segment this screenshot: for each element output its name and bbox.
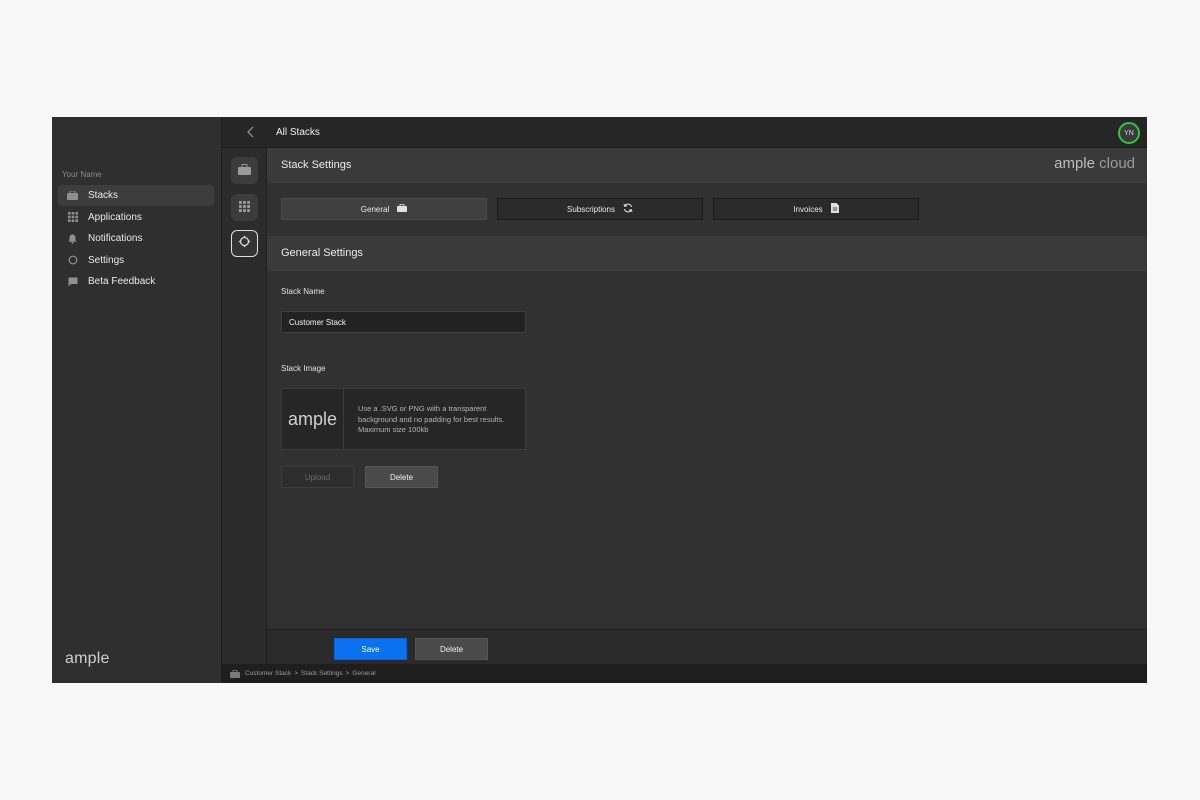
briefcase-icon [397,203,408,214]
sidebar-item-beta-feedback[interactable]: Beta Feedback [58,271,214,292]
icon-rail [222,148,267,664]
bell-icon [67,233,78,244]
sidebar: Your Name Stacks Applications Notificati… [52,117,222,683]
brand-word-cloud: cloud [1099,155,1135,172]
user-name: Your Name [62,170,102,179]
delete-button[interactable]: Delete [415,638,488,660]
general-settings-header: General Settings [267,236,1147,271]
stack-settings-header: Stack Settings ample cloud [267,148,1147,183]
breadcrumb-separator: > [294,670,299,677]
sidebar-item-label: Beta Feedback [88,276,156,287]
brand-word: ample [1054,155,1095,172]
chat-icon [67,276,78,287]
stack-image-label: Stack Image [281,364,326,373]
sidebar-item-label: Applications [88,211,142,223]
tab-label: Subscriptions [566,204,616,214]
sidebar-item-applications[interactable]: Applications [58,207,214,228]
rail-settings-button[interactable] [231,230,258,257]
stack-name-input[interactable] [281,311,526,333]
gear-icon [238,235,251,253]
refresh-icon [623,203,633,215]
tab-invoices[interactable]: Invoices [713,198,919,220]
section-title: Stack Settings [281,159,352,171]
top-bar: All Stacks YN [222,117,1147,148]
save-button[interactable]: Save [334,638,407,660]
grid-icon [239,199,250,217]
sidebar-item-notifications[interactable]: Notifications [58,228,214,249]
sidebar-nav: Stacks Applications Notifications Settin… [58,185,214,293]
document-icon [830,203,839,215]
chevron-left-icon[interactable] [244,125,258,139]
gear-icon [67,255,78,266]
rail-stacks-button[interactable] [231,157,258,184]
delete-image-button[interactable]: Delete [365,466,438,488]
ample-cloud-logo: ample cloud [1054,155,1135,172]
sidebar-item-label: Notifications [88,233,143,244]
breadcrumb-item[interactable]: General [352,670,375,677]
stack-image-logo: ample [282,389,344,449]
sidebar-item-label: Stacks [88,190,119,201]
upload-button[interactable]: Upload [281,466,354,488]
avatar[interactable]: YN [1118,122,1140,144]
stack-image-hint: Use a .SVG or PNG with a transparent bac… [358,404,505,434]
sidebar-item-label: Settings [88,254,125,266]
stack-image-preview: ample Use a .SVG or PNG with a transpare… [281,388,526,450]
brand-logo: ample [65,650,110,667]
stack-icon [67,190,78,201]
settings-tabs: General Subscriptions Invoices [281,198,919,220]
sidebar-item-settings[interactable]: Settings [58,250,214,271]
action-bar: Save Delete [267,629,1147,664]
breadcrumb-item[interactable]: Stack Settings [301,670,343,677]
rail-applications-button[interactable] [231,194,258,221]
main-content: Stack Settings ample cloud General Subsc… [267,148,1147,629]
briefcase-icon [238,162,251,180]
sidebar-item-stacks[interactable]: Stacks [58,185,214,206]
stack-name-label: Stack Name [281,287,325,296]
page-title: All Stacks [276,127,320,138]
breadcrumb-item[interactable]: Customer Stack [245,670,291,677]
subsection-title: General Settings [281,247,363,259]
tab-subscriptions[interactable]: Subscriptions [497,198,703,220]
tab-label: Invoices [793,204,823,214]
breadcrumb: Customer Stack > Stack Settings > Genera… [222,664,1147,683]
tab-label: General [360,204,390,214]
breadcrumb-separator: > [345,670,350,677]
app-window: Your Name Stacks Applications Notificati… [52,117,1147,683]
stack-icon [230,669,240,678]
tab-general[interactable]: General [281,198,487,220]
avatar-initials: YN [1124,129,1134,137]
grid-icon [67,212,78,223]
